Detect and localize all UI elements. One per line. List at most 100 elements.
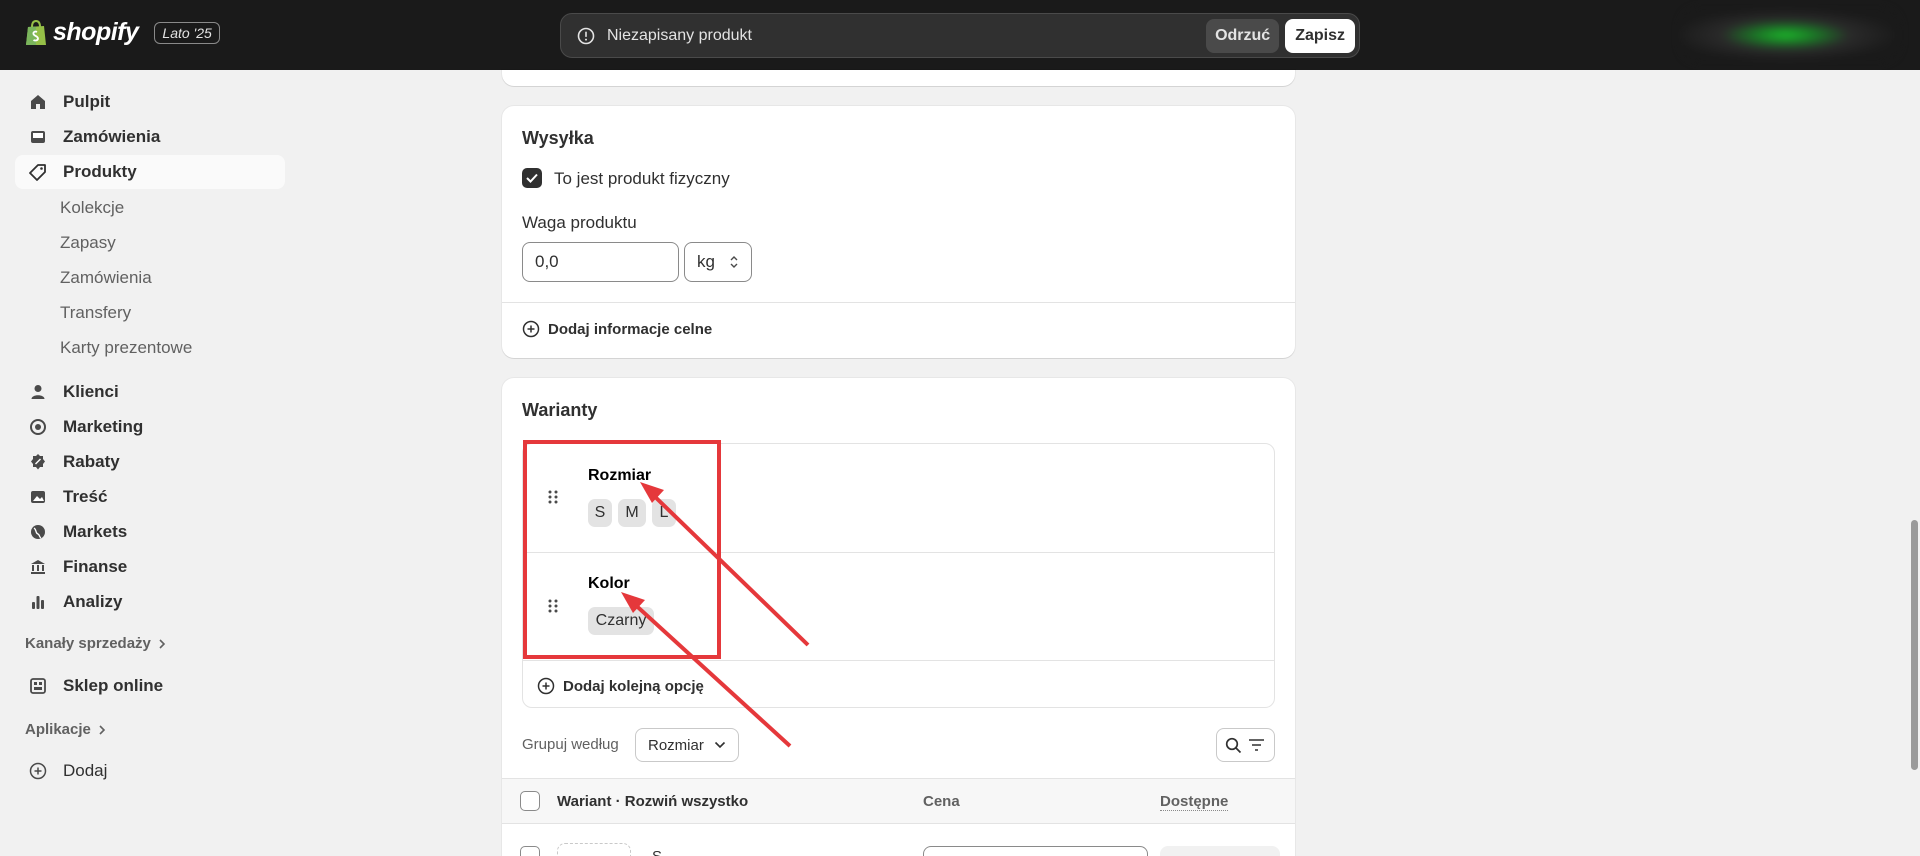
chevron-right-icon xyxy=(159,638,166,649)
variant-options-box: Rozmiar S M L Kolor Czarny Dodaj kolejną… xyxy=(522,443,1275,708)
plus-circle-icon xyxy=(522,320,540,338)
sidebar-item-tresc[interactable]: Treść xyxy=(15,480,285,514)
top-bar: shopify Lato '25 Niezapisany produkt Odr… xyxy=(0,0,1920,70)
select-all-checkbox[interactable] xyxy=(520,791,540,811)
price-input[interactable] xyxy=(923,846,1148,856)
sidebar-item-dodaj[interactable]: Dodaj xyxy=(15,754,285,788)
sidebar-item-label: Dodaj xyxy=(63,761,108,780)
sidebar-subitem-zapasy[interactable]: Zapasy xyxy=(60,233,116,253)
scrollbar-thumb[interactable] xyxy=(1911,520,1918,770)
option-name-kolor[interactable]: Kolor xyxy=(588,575,630,593)
save-button[interactable]: Zapisz xyxy=(1285,18,1355,53)
weight-input[interactable]: 0,0 xyxy=(522,242,679,282)
option-name-rozmiar[interactable]: Rozmiar xyxy=(588,467,651,485)
selector-arrows-icon xyxy=(730,256,738,268)
physical-product-checkbox[interactable] xyxy=(522,168,542,188)
add-another-option-link[interactable]: Dodaj kolejną opcję xyxy=(537,677,704,695)
weight-unit-select[interactable]: kg xyxy=(684,242,752,282)
tag-icon xyxy=(28,162,48,182)
shopify-bag-icon xyxy=(26,19,46,45)
search-icon xyxy=(1225,737,1242,753)
plus-circle-icon xyxy=(28,761,48,781)
option-value-chip: M xyxy=(618,499,646,527)
apps-heading[interactable]: Aplikacje xyxy=(25,721,107,738)
app-shell: Pulpit Zamówienia Produkty Kolekcje Zapa… xyxy=(0,70,1920,856)
edition-badge: Lato '25 xyxy=(154,21,220,44)
sidebar-item-klienci[interactable]: Klienci xyxy=(15,375,285,409)
filter-icon xyxy=(1249,739,1264,751)
target-icon xyxy=(28,417,48,437)
sidebar-item-finanse[interactable]: Finanse xyxy=(15,550,285,584)
row-checkbox[interactable] xyxy=(520,846,540,856)
shopify-logo[interactable]: shopify Lato '25 xyxy=(25,18,220,47)
image-icon xyxy=(28,487,48,507)
weight-label: Waga produktu xyxy=(522,213,637,232)
person-icon xyxy=(28,382,48,402)
variants-table-header: Wariant · Rozwiń wszystko Cena Dostępne xyxy=(502,778,1295,824)
chevron-down-icon xyxy=(714,741,725,749)
previous-card xyxy=(502,70,1295,86)
col-variant[interactable]: Wariant · Rozwiń wszystko xyxy=(557,793,748,810)
sidebar-item-label: Zamówienia xyxy=(63,127,161,146)
sidebar-item-analizy[interactable]: Analizy xyxy=(15,585,285,619)
sidebar-subitem-kolekcje[interactable]: Kolekcje xyxy=(60,198,124,218)
bar-chart-icon xyxy=(28,592,48,612)
contextual-save-bar: Niezapisany produkt Odrzuć Zapisz xyxy=(560,13,1360,58)
discount-icon xyxy=(28,452,48,472)
sidebar-item-label: Klienci xyxy=(63,382,119,401)
drag-handle-icon[interactable] xyxy=(547,489,559,505)
sidebar-item-label: Marketing xyxy=(63,417,144,436)
divider xyxy=(502,302,1295,303)
group-by-label: Grupuj według xyxy=(522,736,619,753)
chevron-right-icon xyxy=(99,724,106,735)
add-customs-info-link[interactable]: Dodaj informacje celne xyxy=(522,320,712,338)
shipping-title: Wysyłka xyxy=(522,128,594,148)
checkmark-icon xyxy=(526,173,538,183)
store-icon xyxy=(28,676,48,696)
variants-title: Warianty xyxy=(522,400,598,420)
sidebar-item-label: Produkty xyxy=(63,162,137,181)
divider xyxy=(523,660,1274,661)
unsaved-message: Niezapisany produkt xyxy=(607,26,752,44)
group-by-select[interactable]: Rozmiar xyxy=(635,728,739,762)
option-value-chip: Czarny xyxy=(588,607,654,635)
divider xyxy=(523,552,1274,553)
shipping-card: Wysyłka To jest produkt fizyczny Waga pr… xyxy=(502,106,1295,358)
available-input[interactable] xyxy=(1160,846,1280,856)
variant-image-placeholder[interactable] xyxy=(557,843,631,856)
sidebar-item-label: Sklep online xyxy=(63,676,164,695)
home-icon xyxy=(28,92,48,112)
bank-icon xyxy=(28,557,48,577)
discard-button[interactable]: Odrzuć xyxy=(1206,18,1280,53)
sidebar-item-marketing[interactable]: Marketing xyxy=(15,410,285,444)
sidebar-item-label: Treść xyxy=(63,487,108,506)
plus-circle-icon xyxy=(537,677,555,695)
physical-product-label: To jest produkt fizyczny xyxy=(554,169,730,188)
col-price: Cena xyxy=(923,793,960,810)
sidebar-item-produkty[interactable]: Produkty xyxy=(15,155,285,189)
brand-name: shopify xyxy=(53,18,139,46)
sales-channels-heading[interactable]: Kanały sprzedaży xyxy=(25,635,167,652)
alert-circle-icon xyxy=(577,27,595,44)
sidebar-subitem-zamowienia[interactable]: Zamówienia xyxy=(60,268,152,288)
sidebar-subitem-transfery[interactable]: Transfery xyxy=(60,303,131,323)
sidebar-item-label: Analizy xyxy=(63,592,123,611)
sidebar-item-sklep-online[interactable]: Sklep online xyxy=(15,669,285,703)
sidebar-item-label: Finanse xyxy=(63,557,128,576)
col-available[interactable]: Dostępne xyxy=(1160,793,1229,811)
drag-handle-icon[interactable] xyxy=(547,598,559,614)
sidebar-subitem-karty-prezentowe[interactable]: Karty prezentowe xyxy=(60,338,192,358)
blurred-account-area[interactable] xyxy=(1680,8,1900,62)
option-value-chip: L xyxy=(652,499,676,527)
sidebar-item-pulpit[interactable]: Pulpit xyxy=(15,85,285,119)
inbox-icon xyxy=(28,127,48,147)
globe-icon xyxy=(28,522,48,542)
sidebar-item-zamowienia[interactable]: Zamówienia xyxy=(15,120,285,154)
sidebar-item-label: Markets xyxy=(63,522,128,541)
sidebar-item-rabaty[interactable]: Rabaty xyxy=(15,445,285,479)
variant-row-name[interactable]: S xyxy=(652,848,662,856)
search-filter-button[interactable] xyxy=(1216,728,1275,762)
sidebar-item-markets[interactable]: Markets xyxy=(15,515,285,549)
sidebar-item-label: Rabaty xyxy=(63,452,120,471)
variants-card: Warianty Rozmiar S M L Kolor Czarny Doda… xyxy=(502,378,1295,856)
